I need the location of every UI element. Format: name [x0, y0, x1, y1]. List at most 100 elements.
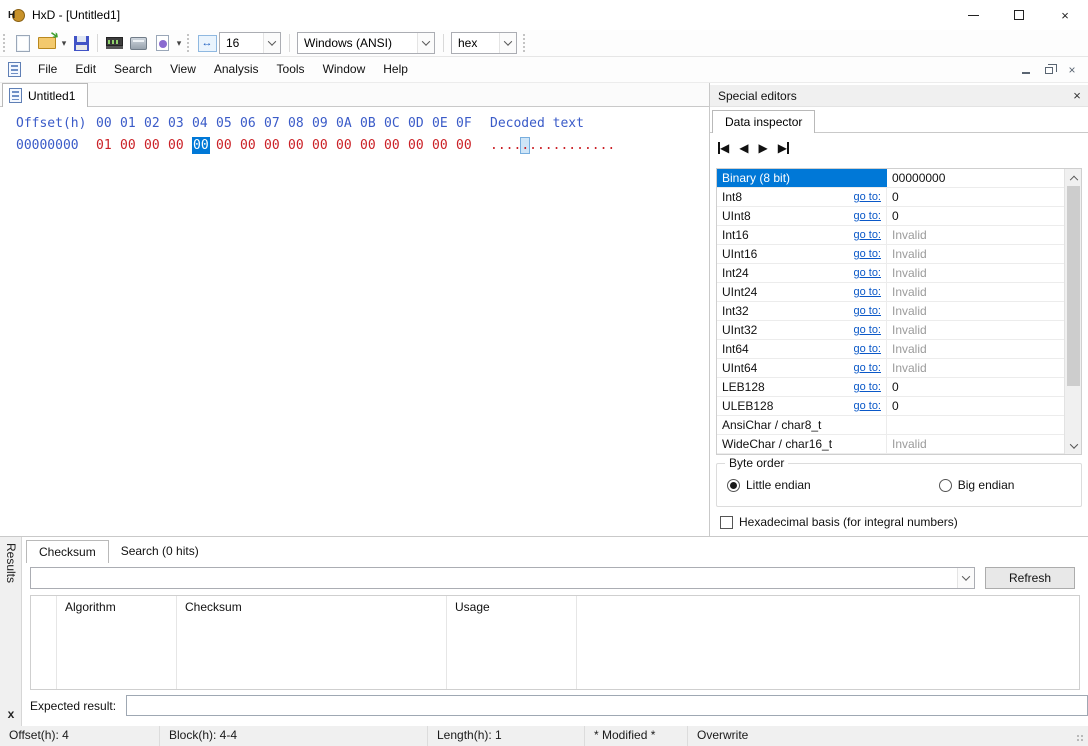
- menu-window[interactable]: Window: [314, 57, 375, 83]
- toolbar-grip[interactable]: [3, 34, 6, 52]
- nav-last-icon[interactable]: ▶: [778, 140, 789, 156]
- decoded-char[interactable]: .: [545, 138, 553, 153]
- goto-link[interactable]: go to:: [853, 207, 881, 225]
- open-file-button[interactable]: [35, 31, 59, 55]
- decoded-char[interactable]: .: [576, 138, 584, 153]
- radio-big-endian[interactable]: Big endian: [939, 478, 1015, 492]
- hex-byte[interactable]: 00: [144, 138, 160, 153]
- toolbar-grip[interactable]: [523, 34, 526, 52]
- hex-byte[interactable]: 00: [456, 138, 472, 153]
- decoded-char[interactable]: .: [607, 138, 615, 153]
- inspector-row-uint8[interactable]: UInt8go to: 0: [717, 207, 1081, 226]
- value-cell[interactable]: Invalid: [887, 302, 1081, 320]
- value-cell[interactable]: Invalid: [887, 264, 1081, 282]
- scroll-down-icon[interactable]: [1065, 438, 1082, 454]
- hex-byte[interactable]: 00: [360, 138, 376, 153]
- inspector-row-uint24[interactable]: UInt24go to: Invalid: [717, 283, 1081, 302]
- checksum-algorithm-combobox[interactable]: [30, 567, 975, 589]
- bytes-per-row-button[interactable]: ↔: [195, 31, 219, 55]
- chevron-down-icon[interactable]: [417, 33, 434, 53]
- value-cell[interactable]: 0: [887, 378, 1081, 396]
- hexadecimal-basis-checkbox[interactable]: Hexadecimal basis (for integral numbers): [720, 515, 958, 529]
- menu-file[interactable]: File: [29, 57, 66, 83]
- decoded-char[interactable]: .: [592, 138, 600, 153]
- chevron-down-icon[interactable]: [263, 33, 280, 53]
- save-button[interactable]: [69, 31, 93, 55]
- maximize-button[interactable]: [996, 0, 1042, 30]
- hex-byte[interactable]: 00: [384, 138, 400, 153]
- inspector-row-uint16[interactable]: UInt16go to: Invalid: [717, 245, 1081, 264]
- hex-byte[interactable]: 00: [312, 138, 328, 153]
- goto-link[interactable]: go to:: [853, 264, 881, 282]
- hex-data-row[interactable]: 0000000001000000000000000000000000000000…: [0, 136, 709, 156]
- inspector-row-ansichar[interactable]: AnsiChar / char8_t: [717, 416, 1081, 435]
- menu-search[interactable]: Search: [105, 57, 161, 83]
- open-disk-image-button[interactable]: [150, 31, 174, 55]
- goto-link[interactable]: go to:: [853, 378, 881, 396]
- hex-byte[interactable]: 00: [120, 138, 136, 153]
- inspector-row-uleb128[interactable]: ULEB128go to: 0: [717, 397, 1081, 416]
- goto-link[interactable]: go to:: [853, 397, 881, 415]
- hex-byte[interactable]: 00: [288, 138, 304, 153]
- hex-byte[interactable]: 00: [216, 138, 232, 153]
- goto-link[interactable]: go to:: [853, 302, 881, 320]
- inspector-row-binary[interactable]: Binary (8 bit) 00000000: [717, 169, 1081, 188]
- mdi-minimize-button[interactable]: [1016, 61, 1036, 78]
- hex-byte[interactable]: 00: [168, 138, 184, 153]
- inspector-row-int24[interactable]: Int24go to: Invalid: [717, 264, 1081, 283]
- nav-first-icon[interactable]: ◀: [718, 140, 729, 156]
- menu-analysis[interactable]: Analysis: [205, 57, 268, 83]
- value-cell[interactable]: 00000000: [887, 169, 1081, 187]
- open-disk-button[interactable]: [126, 31, 150, 55]
- hex-byte-selected[interactable]: 00: [192, 137, 210, 154]
- tab-search-hits[interactable]: Search (0 hits): [109, 540, 211, 563]
- goto-link[interactable]: go to:: [853, 245, 881, 263]
- value-cell[interactable]: Invalid: [887, 340, 1081, 358]
- decoded-char[interactable]: .: [584, 138, 592, 153]
- column-header-algorithm[interactable]: Algorithm: [57, 596, 177, 689]
- goto-link[interactable]: go to:: [853, 321, 881, 339]
- inspector-scrollbar[interactable]: [1064, 169, 1081, 454]
- mdi-close-button[interactable]: ×: [1062, 61, 1082, 78]
- value-cell[interactable]: Invalid: [887, 359, 1081, 377]
- inspector-row-uint64[interactable]: UInt64go to: Invalid: [717, 359, 1081, 378]
- value-cell[interactable]: 0: [887, 397, 1081, 415]
- hex-byte[interactable]: 00: [240, 138, 256, 153]
- scroll-thumb[interactable]: [1067, 186, 1080, 386]
- minimize-button[interactable]: [950, 0, 996, 30]
- inspector-row-int16[interactable]: Int16go to: Invalid: [717, 226, 1081, 245]
- inspector-row-leb128[interactable]: LEB128go to: 0: [717, 378, 1081, 397]
- refresh-button[interactable]: Refresh: [985, 567, 1075, 589]
- decoded-char-selected[interactable]: .: [521, 138, 529, 153]
- chevron-down-icon[interactable]: [957, 568, 974, 588]
- radio-little-endian[interactable]: Little endian: [727, 478, 811, 492]
- encoding-combobox[interactable]: Windows (ANSI): [297, 32, 435, 54]
- hex-byte[interactable]: 01: [96, 138, 112, 153]
- nav-previous-icon[interactable]: ◀: [739, 140, 748, 156]
- results-close-button[interactable]: x: [3, 707, 19, 723]
- menu-tools[interactable]: Tools: [268, 57, 314, 83]
- inspector-row-uint32[interactable]: UInt32go to: Invalid: [717, 321, 1081, 340]
- open-ram-button[interactable]: [102, 31, 126, 55]
- tab-untitled1[interactable]: Untitled1: [2, 83, 88, 107]
- value-cell[interactable]: Invalid: [887, 245, 1081, 263]
- hex-byte[interactable]: 00: [336, 138, 352, 153]
- value-cell[interactable]: Invalid: [887, 435, 1081, 453]
- decoded-char[interactable]: .: [490, 138, 498, 153]
- inspector-row-widechar[interactable]: WideChar / char16_t Invalid: [717, 435, 1081, 454]
- decoded-char[interactable]: .: [529, 138, 537, 153]
- goto-link[interactable]: go to:: [853, 188, 881, 206]
- goto-link[interactable]: go to:: [853, 226, 881, 244]
- goto-link[interactable]: go to:: [853, 283, 881, 301]
- inspector-row-int64[interactable]: Int64go to: Invalid: [717, 340, 1081, 359]
- goto-link[interactable]: go to:: [853, 359, 881, 377]
- value-cell[interactable]: [887, 416, 1081, 434]
- toolbar-grip[interactable]: [187, 34, 190, 52]
- menu-edit[interactable]: Edit: [66, 57, 105, 83]
- hex-editor[interactable]: Offset(h)000102030405060708090A0B0C0D0E0…: [0, 107, 709, 536]
- value-cell[interactable]: Invalid: [887, 226, 1081, 244]
- column-header-usage[interactable]: Usage: [447, 596, 577, 689]
- nav-next-icon[interactable]: ▶: [758, 140, 767, 156]
- resize-grip[interactable]: [1074, 726, 1088, 746]
- panel-close-icon[interactable]: ×: [1066, 88, 1088, 103]
